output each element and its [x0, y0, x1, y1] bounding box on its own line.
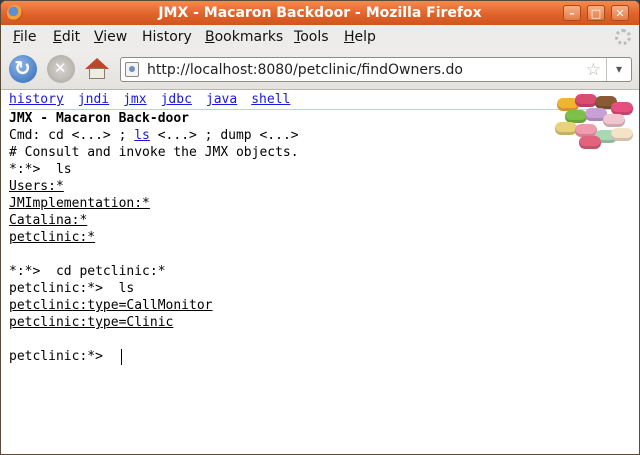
address-bar[interactable]: ☆ ▾ — [120, 57, 632, 82]
menu-help[interactable]: Help — [344, 29, 376, 45]
nav-link-java[interactable]: java — [206, 92, 237, 107]
window-title: JMX - Macaron Backdoor - Mozilla Firefox — [158, 5, 482, 21]
page-content: history jndi jmx jdbc java shell JMX - Macaro… — [1, 90, 639, 454]
console-prompt-2: *:*> cd petclinic:* — [9, 264, 166, 279]
console-prompt-1: *:*> ls — [9, 162, 72, 177]
maximize-button[interactable]: □ — [587, 5, 605, 21]
browser-window: JMX - Macaron Backdoor - Mozilla Firefox… — [0, 0, 640, 455]
cmd-help-line: Cmd: cd <...> ; ls <...> ; dump <...> — [9, 128, 299, 143]
nav-link-history[interactable]: history — [9, 92, 64, 107]
menu-view[interactable]: View — [94, 29, 127, 45]
mbean-link-catalina[interactable]: Catalina:* — [9, 212, 87, 229]
bookmark-star-icon[interactable]: ☆ — [586, 60, 601, 80]
macarons-logo-image — [553, 92, 635, 150]
close-button[interactable]: ✕ — [611, 5, 629, 21]
nav-link-jdbc[interactable]: jdbc — [161, 92, 192, 107]
page-icon — [125, 62, 139, 77]
page-title: JMX - Macaron Back-door — [9, 111, 190, 126]
home-button[interactable] — [83, 55, 111, 83]
nav-link-jndi[interactable]: jndi — [78, 92, 109, 107]
mbean-link-jmimplementation[interactable]: JMImplementation:* — [9, 195, 150, 212]
url-input[interactable] — [147, 61, 567, 78]
menu-tools[interactable]: Tools — [294, 29, 329, 45]
mbean-link-users[interactable]: Users:* — [9, 178, 64, 195]
activity-spinner-icon — [615, 29, 631, 45]
mbean-link-clinic[interactable]: petclinic:type=Clinic — [9, 314, 173, 331]
nav-link-jmx[interactable]: jmx — [123, 92, 146, 107]
console-prompt-4[interactable]: petclinic:*> — [9, 348, 103, 365]
menu-file[interactable]: File — [13, 29, 36, 45]
url-dropdown-button[interactable]: ▾ — [606, 58, 631, 81]
mbean-link-callmonitor[interactable]: petclinic:type=CallMonitor — [9, 297, 213, 314]
title-bar: JMX - Macaron Backdoor - Mozilla Firefox… — [1, 1, 639, 25]
console-prompt-3: petclinic:*> ls — [9, 281, 135, 296]
menu-bar: File Edit View History Bookmarks Tools H… — [1, 25, 639, 49]
menu-history[interactable]: History — [142, 29, 192, 45]
menu-bookmarks[interactable]: Bookmarks — [205, 29, 283, 45]
ls-link[interactable]: ls — [134, 128, 150, 143]
nav-link-shell[interactable]: shell — [251, 92, 290, 107]
jmx-nav-links: history jndi jmx jdbc java shell — [9, 92, 304, 109]
minimize-button[interactable]: – — [563, 5, 581, 21]
text-cursor — [121, 349, 122, 365]
navigation-toolbar: ☆ ▾ — [1, 49, 639, 90]
comment-line: # Consult and invoke the JMX objects. — [9, 145, 299, 160]
menu-edit[interactable]: Edit — [53, 29, 80, 45]
mbean-link-petclinic[interactable]: petclinic:* — [9, 229, 95, 246]
stop-button[interactable] — [47, 55, 75, 83]
reload-button[interactable] — [9, 55, 37, 83]
